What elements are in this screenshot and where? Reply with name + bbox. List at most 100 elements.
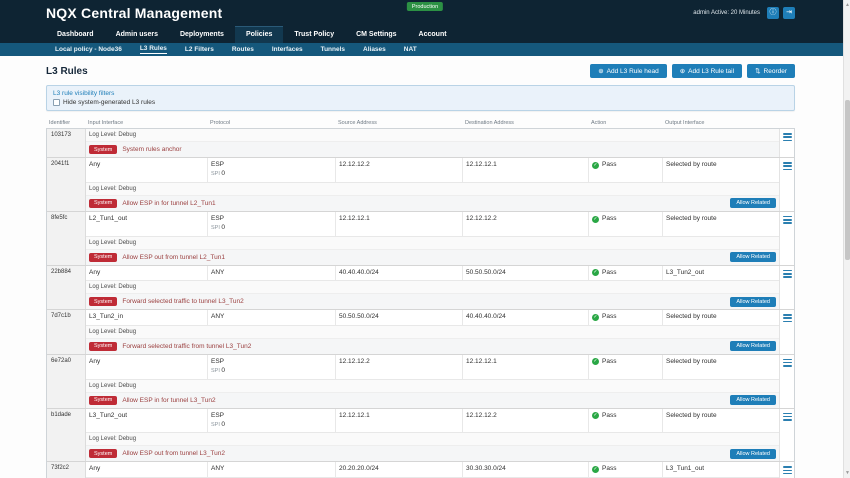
rule-main-row: AnyANY20.20.20.0/2430.30.30.0/24✓PassL3_…	[86, 462, 779, 477]
rule-identifier: 22b884	[47, 266, 86, 309]
spi-value: 0	[221, 224, 225, 231]
subnav-tab-routes[interactable]: Routes	[223, 43, 263, 56]
l3-rules-table: 103173Log Level: DebugSystemSystem rules…	[46, 128, 795, 478]
spi-label: SPI	[211, 225, 221, 231]
subnav-tab-label: L3 Rules	[140, 45, 167, 54]
rule-menu-icon[interactable]	[783, 359, 792, 367]
reorder-button[interactable]: ⇅Reorder	[747, 64, 795, 78]
allow-related-button[interactable]: Allow Related	[730, 341, 776, 351]
spi-label: SPI	[211, 171, 221, 177]
hide-system-rules-label: Hide system-generated L3 rules	[63, 99, 155, 106]
pass-check-icon: ✓	[592, 358, 599, 365]
action-cell: ✓Pass	[589, 266, 663, 280]
action-pass: ✓Pass	[592, 269, 659, 277]
input-interface-cell: L3_Tun2_out	[86, 409, 208, 433]
action-label: Pass	[602, 269, 616, 277]
rule-menu-icon[interactable]	[783, 133, 792, 141]
nav-tab-deployments[interactable]: Deployments	[169, 26, 235, 43]
destination-address-cell: 30.30.30.0/24	[463, 462, 589, 476]
allow-related-button[interactable]: Allow Related	[730, 252, 776, 262]
output-interface-cell: L3_Tun2_out	[663, 266, 781, 280]
system-description: Forward selected traffic to tunnel L3_Tu…	[122, 298, 243, 305]
nav-tab-cm-settings[interactable]: CM Settings	[345, 26, 407, 43]
spi-value: 0	[221, 421, 225, 428]
allow-related-button[interactable]: Allow Related	[730, 395, 776, 405]
log-level-row: Log Level: Debug	[86, 433, 779, 446]
nav-tab-trust-policy[interactable]: Trust Policy	[283, 26, 345, 43]
rule-body: AnyESPSPI 012.12.12.212.12.12.1✓PassSele…	[86, 355, 779, 408]
input-interface-cell: Any	[86, 266, 208, 280]
subnav-tab-label: Routes	[232, 46, 254, 53]
nav-tab-dashboard[interactable]: Dashboard	[46, 26, 105, 43]
rule-menu-icon[interactable]	[783, 216, 792, 224]
protocol-cell: ESPSPI 0	[208, 158, 336, 182]
protocol-value: ANY	[211, 269, 224, 276]
nav-tab-policies[interactable]: Policies	[235, 26, 283, 43]
rule-identifier: 7d7c1b	[47, 310, 86, 353]
hide-system-rules-checkbox[interactable]	[53, 99, 60, 106]
output-interface-cell: Selected by route	[663, 355, 781, 379]
rule-menu-cell	[779, 212, 794, 265]
add-l3-rule-head-button[interactable]: ⊕Add L3 Rule head	[590, 64, 667, 78]
rule-body: Log Level: DebugSystemSystem rules ancho…	[86, 129, 779, 157]
action-label: Pass	[602, 358, 616, 366]
destination-address-cell: 12.12.12.1	[463, 158, 589, 182]
rule-menu-icon[interactable]	[783, 466, 792, 474]
source-address-cell: 20.20.20.0/24	[336, 462, 463, 476]
rule-main-row: L3_Tun2_inANY50.50.50.0/2440.40.40.0/24✓…	[86, 310, 779, 325]
column-header-source-address: Source Address	[335, 120, 462, 126]
button-icon: ⇅	[755, 67, 760, 75]
output-interface-cell: L3_Tun1_out	[663, 462, 781, 476]
browser-scrollbar[interactable]: ▲ ▼	[843, 0, 850, 478]
rule-menu-icon[interactable]	[783, 314, 792, 322]
sign-out-icon[interactable]: ⇥	[783, 7, 795, 19]
destination-address-cell: 12.12.12.2	[463, 409, 589, 433]
allow-related-button[interactable]: Allow Related	[730, 198, 776, 208]
scrollbar-thumb[interactable]	[845, 100, 850, 260]
system-row: SystemAllow ESP out from tunnel L2_Tun1A…	[86, 250, 779, 265]
spi-line: SPI 0	[211, 170, 332, 178]
subnav-tab-local-policy-node36[interactable]: Local policy - Node36	[46, 43, 131, 56]
protocol-cell: ESPSPI 0	[208, 409, 336, 433]
action-cell: ✓Pass	[589, 462, 663, 476]
subnav-tab-interfaces[interactable]: Interfaces	[263, 43, 312, 56]
info-icon[interactable]: ⓘ	[767, 7, 779, 19]
rule-menu-cell	[779, 129, 794, 157]
allow-related-button[interactable]: Allow Related	[730, 297, 776, 307]
allow-related-button[interactable]: Allow Related	[730, 449, 776, 459]
subnav-tab-aliases[interactable]: Aliases	[354, 43, 395, 56]
system-row: SystemAllow ESP out from tunnel L3_Tun2A…	[86, 446, 779, 461]
add-l3-rule-tail-button[interactable]: ⊕Add L3 Rule tail	[672, 64, 742, 78]
subnav-tab-tunnels[interactable]: Tunnels	[312, 43, 354, 56]
nav-tab-admin-users[interactable]: Admin users	[105, 26, 169, 43]
rule-main-row: AnyESPSPI 012.12.12.212.12.12.1✓PassSele…	[86, 158, 779, 183]
subnav-tab-label: NAT	[404, 46, 417, 53]
rule-main-row: L2_Tun1_outESPSPI 012.12.12.112.12.12.2✓…	[86, 212, 779, 237]
rule-menu-icon[interactable]	[783, 162, 792, 170]
scroll-down-icon[interactable]: ▼	[844, 470, 850, 476]
rule-menu-cell	[779, 462, 794, 478]
nav-tab-account[interactable]: Account	[408, 26, 458, 43]
rule-menu-icon[interactable]	[783, 270, 792, 278]
protocol-value: ESP	[211, 358, 224, 365]
rule-menu-cell	[779, 310, 794, 353]
action-cell: ✓Pass	[589, 212, 663, 236]
source-address-cell: 40.40.40.0/24	[336, 266, 463, 280]
subnav-tab-label: Tunnels	[321, 46, 345, 53]
page-title: L3 Rules	[46, 66, 88, 77]
system-description: Allow ESP out from tunnel L2_Tun1	[122, 254, 225, 261]
action-pass: ✓Pass	[592, 465, 659, 473]
rule-menu-cell	[779, 266, 794, 309]
rule-row: 7d7c1bL3_Tun2_inANY50.50.50.0/2440.40.40…	[47, 310, 794, 354]
pass-check-icon: ✓	[592, 269, 599, 276]
spi-value: 0	[221, 170, 225, 177]
subnav-tab-l2-filters[interactable]: L2 Filters	[176, 43, 223, 56]
spi-line: SPI 0	[211, 367, 332, 375]
rule-body: AnyESPSPI 012.12.12.212.12.12.1✓PassSele…	[86, 158, 779, 211]
subnav-tab-nat[interactable]: NAT	[395, 43, 426, 56]
pass-check-icon: ✓	[592, 216, 599, 223]
subnav-tab-l3-rules[interactable]: L3 Rules	[131, 43, 176, 56]
rule-menu-icon[interactable]	[783, 413, 792, 421]
action-cell: ✓Pass	[589, 355, 663, 379]
scroll-up-icon[interactable]: ▲	[844, 2, 850, 8]
